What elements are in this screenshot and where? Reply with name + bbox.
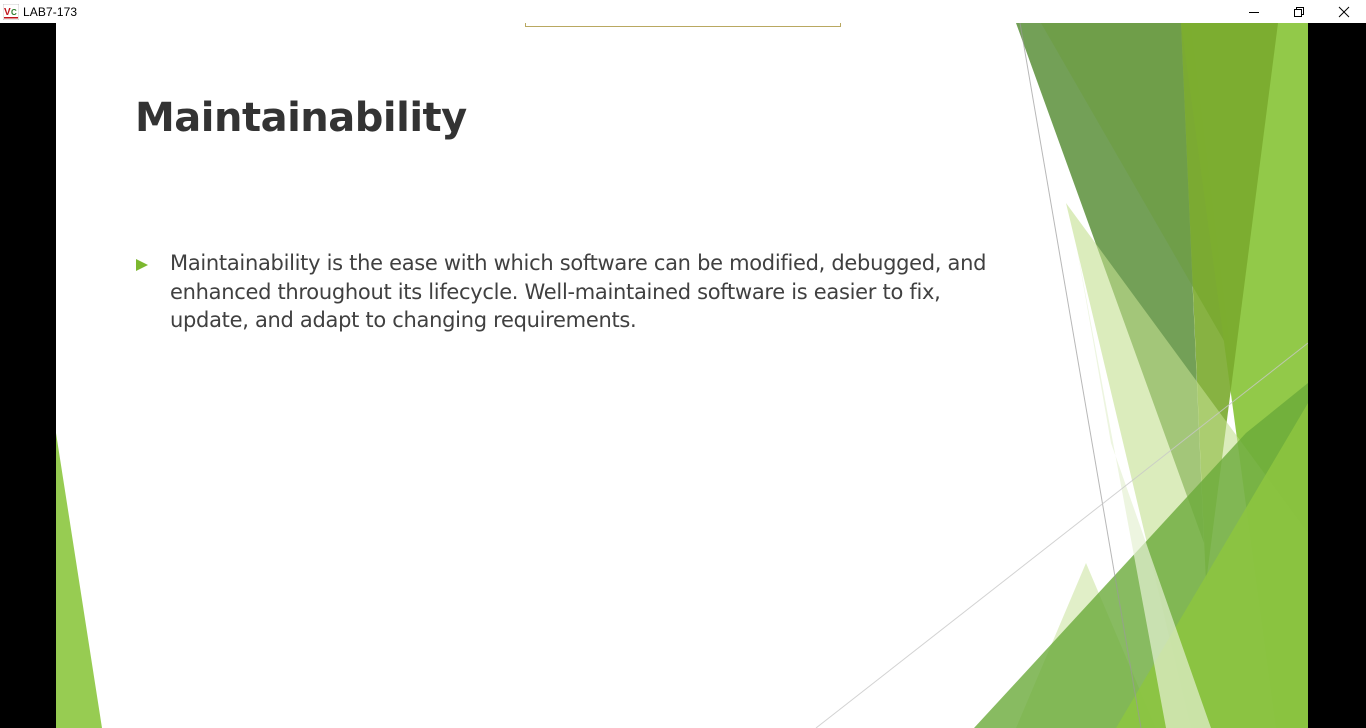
restore-button[interactable] [1276, 0, 1321, 23]
close-icon [1338, 6, 1349, 17]
svg-text:V: V [4, 7, 11, 18]
top-placeholder-box [525, 23, 841, 27]
minimize-icon [1248, 11, 1259, 13]
slide-title: Maintainability [135, 95, 467, 141]
minimize-button[interactable] [1231, 0, 1276, 23]
bullet-item: Maintainability is the ease with which s… [135, 249, 995, 335]
restore-icon [1293, 6, 1304, 17]
close-button[interactable] [1321, 0, 1366, 23]
bullet-arrow-icon [135, 249, 170, 335]
presentation-slide: Maintainability Maintainability is the e… [56, 23, 1308, 728]
svg-text:C: C [11, 8, 17, 17]
window-controls [1231, 0, 1366, 23]
bullet-text: Maintainability is the ease with which s… [170, 251, 987, 332]
window-titlebar: V C LAB7-173 [0, 0, 1366, 23]
vc-app-icon[interactable]: V C [2, 3, 20, 20]
window-title: LAB7-173 [23, 4, 78, 19]
